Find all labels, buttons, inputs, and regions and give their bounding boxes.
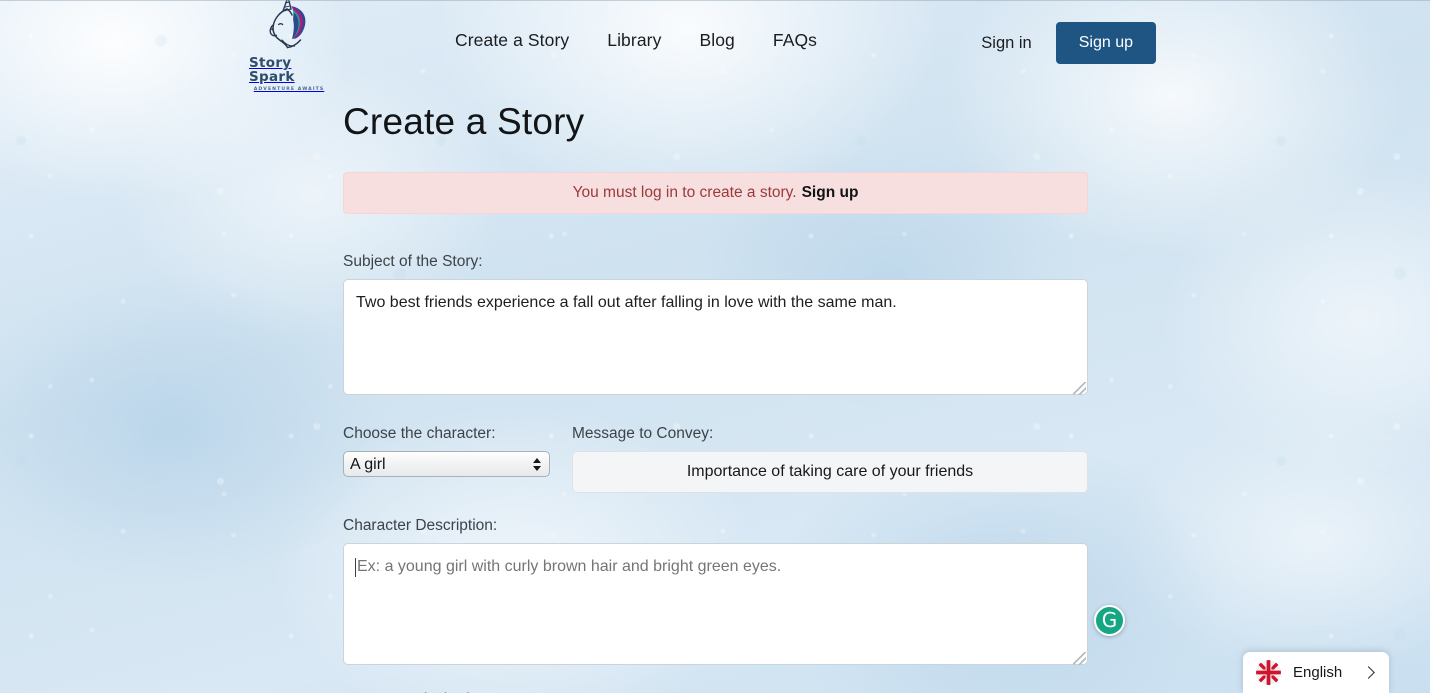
auth-actions: Sign in Sign up bbox=[969, 22, 1156, 64]
brand-tagline: ADVENTURE AWAITS bbox=[253, 87, 325, 92]
brand-logo[interactable]: Story Spark ADVENTURE AWAITS bbox=[249, 0, 329, 92]
grammarly-icon[interactable]: G bbox=[1094, 605, 1125, 636]
chevron-right-icon bbox=[1362, 666, 1375, 679]
alert-message: You must log in to create a story. bbox=[572, 184, 797, 202]
language-selector[interactable]: English bbox=[1243, 652, 1389, 693]
character-and-message-row: Choose the character: A girl Message to … bbox=[343, 425, 1088, 494]
subject-label: Subject of the Story: bbox=[343, 253, 483, 271]
nav-item-faqs[interactable]: FAQs bbox=[773, 30, 817, 51]
grammarly-glyph: G bbox=[1101, 608, 1118, 632]
page-top-edge bbox=[0, 0, 1430, 1]
character-description-group: Character Description: bbox=[343, 517, 1088, 670]
language-label: English bbox=[1293, 664, 1343, 681]
subject-textarea[interactable] bbox=[343, 279, 1088, 396]
character-description-label: Character Description: bbox=[343, 517, 498, 535]
sign-up-button[interactable]: Sign up bbox=[1055, 22, 1156, 64]
alert-sign-up-link[interactable]: Sign up bbox=[802, 184, 859, 202]
sign-in-link[interactable]: Sign in bbox=[969, 23, 1043, 64]
character-select[interactable]: A girl bbox=[343, 451, 550, 478]
unicorn-head-icon bbox=[258, 0, 320, 56]
character-select-wrapper: A girl bbox=[343, 451, 550, 478]
site-header: Story Spark ADVENTURE AWAITS Create a St… bbox=[0, 0, 1430, 92]
page-title: Create a Story bbox=[343, 101, 585, 142]
nav-item-blog[interactable]: Blog bbox=[699, 30, 734, 51]
main-nav: Create a Story Library Blog FAQs bbox=[455, 30, 817, 51]
login-required-alert: You must log in to create a story. Sign … bbox=[343, 172, 1088, 215]
brand-name: Story Spark bbox=[249, 55, 295, 85]
character-field-group: Choose the character: A girl bbox=[343, 425, 550, 493]
message-field-group: Message to Convey: Importance of taking … bbox=[572, 425, 1088, 494]
text-caret bbox=[355, 558, 356, 578]
character-description-textarea[interactable] bbox=[343, 543, 1088, 666]
nav-item-create-a-story[interactable]: Create a Story bbox=[455, 30, 569, 51]
nav-item-library[interactable]: Library bbox=[607, 30, 661, 51]
create-story-form: Create a Story You must log in to create… bbox=[343, 100, 1088, 693]
uk-flag-icon bbox=[1256, 660, 1281, 685]
message-to-convey-value[interactable]: Importance of taking care of your friend… bbox=[572, 451, 1088, 494]
page-root: Story Spark ADVENTURE AWAITS Create a St… bbox=[0, 0, 1430, 693]
message-label: Message to Convey: bbox=[572, 425, 714, 443]
character-label: Choose the character: bbox=[343, 425, 496, 443]
subject-field-group: Subject of the Story: bbox=[343, 253, 1088, 400]
